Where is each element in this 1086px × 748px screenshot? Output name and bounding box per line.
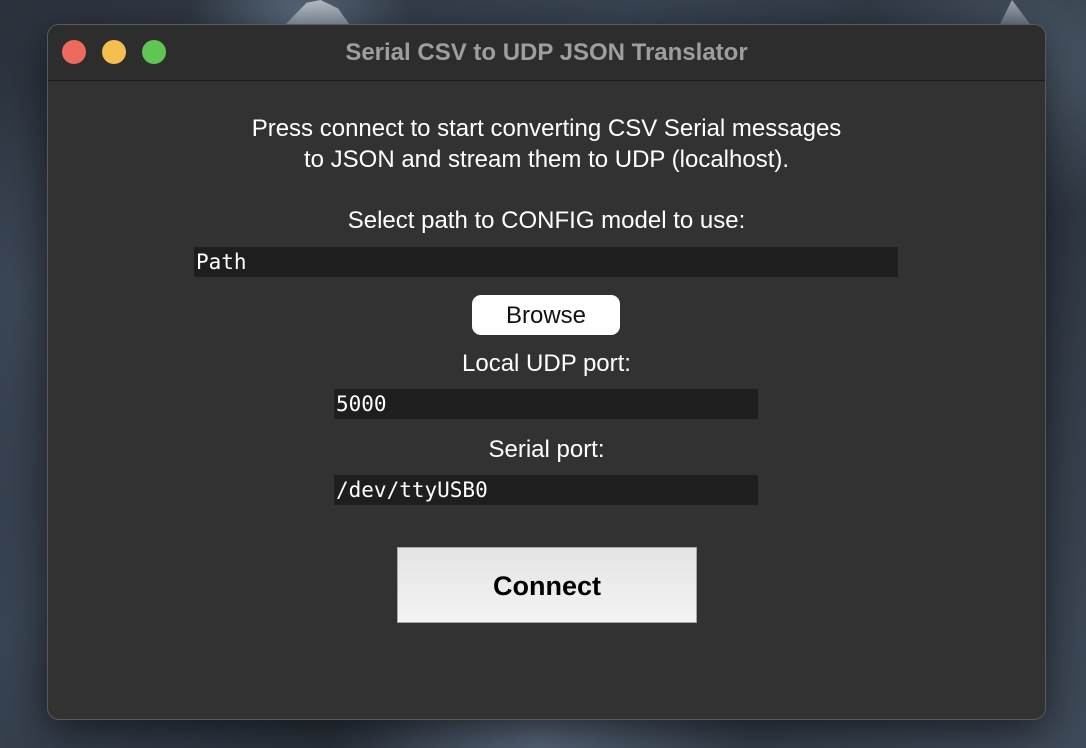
udp-port-input[interactable] bbox=[334, 389, 758, 419]
background-mountain-snow bbox=[1000, 0, 1030, 24]
config-path-input[interactable] bbox=[194, 247, 898, 277]
main-content: Press connect to start converting CSV Se… bbox=[48, 81, 1045, 719]
serial-port-input[interactable] bbox=[334, 475, 758, 505]
connect-button[interactable]: Connect bbox=[397, 547, 697, 623]
serial-port-label: Serial port: bbox=[488, 436, 605, 463]
title-bar[interactable]: Serial CSV to UDP JSON Translator bbox=[48, 25, 1045, 81]
window-title: Serial CSV to UDP JSON Translator bbox=[345, 39, 748, 66]
intro-text: Press connect to start converting CSV Se… bbox=[48, 113, 1045, 175]
udp-port-label: Local UDP port: bbox=[462, 350, 631, 377]
browse-button[interactable]: Browse bbox=[472, 295, 620, 335]
config-path-label: Select path to CONFIG model to use: bbox=[347, 207, 746, 234]
app-window: Serial CSV to UDP JSON Translator Press … bbox=[47, 24, 1046, 720]
intro-line-2: to JSON and stream them to UDP (localhos… bbox=[303, 146, 790, 173]
intro-line-1: Press connect to start converting CSV Se… bbox=[251, 115, 842, 142]
